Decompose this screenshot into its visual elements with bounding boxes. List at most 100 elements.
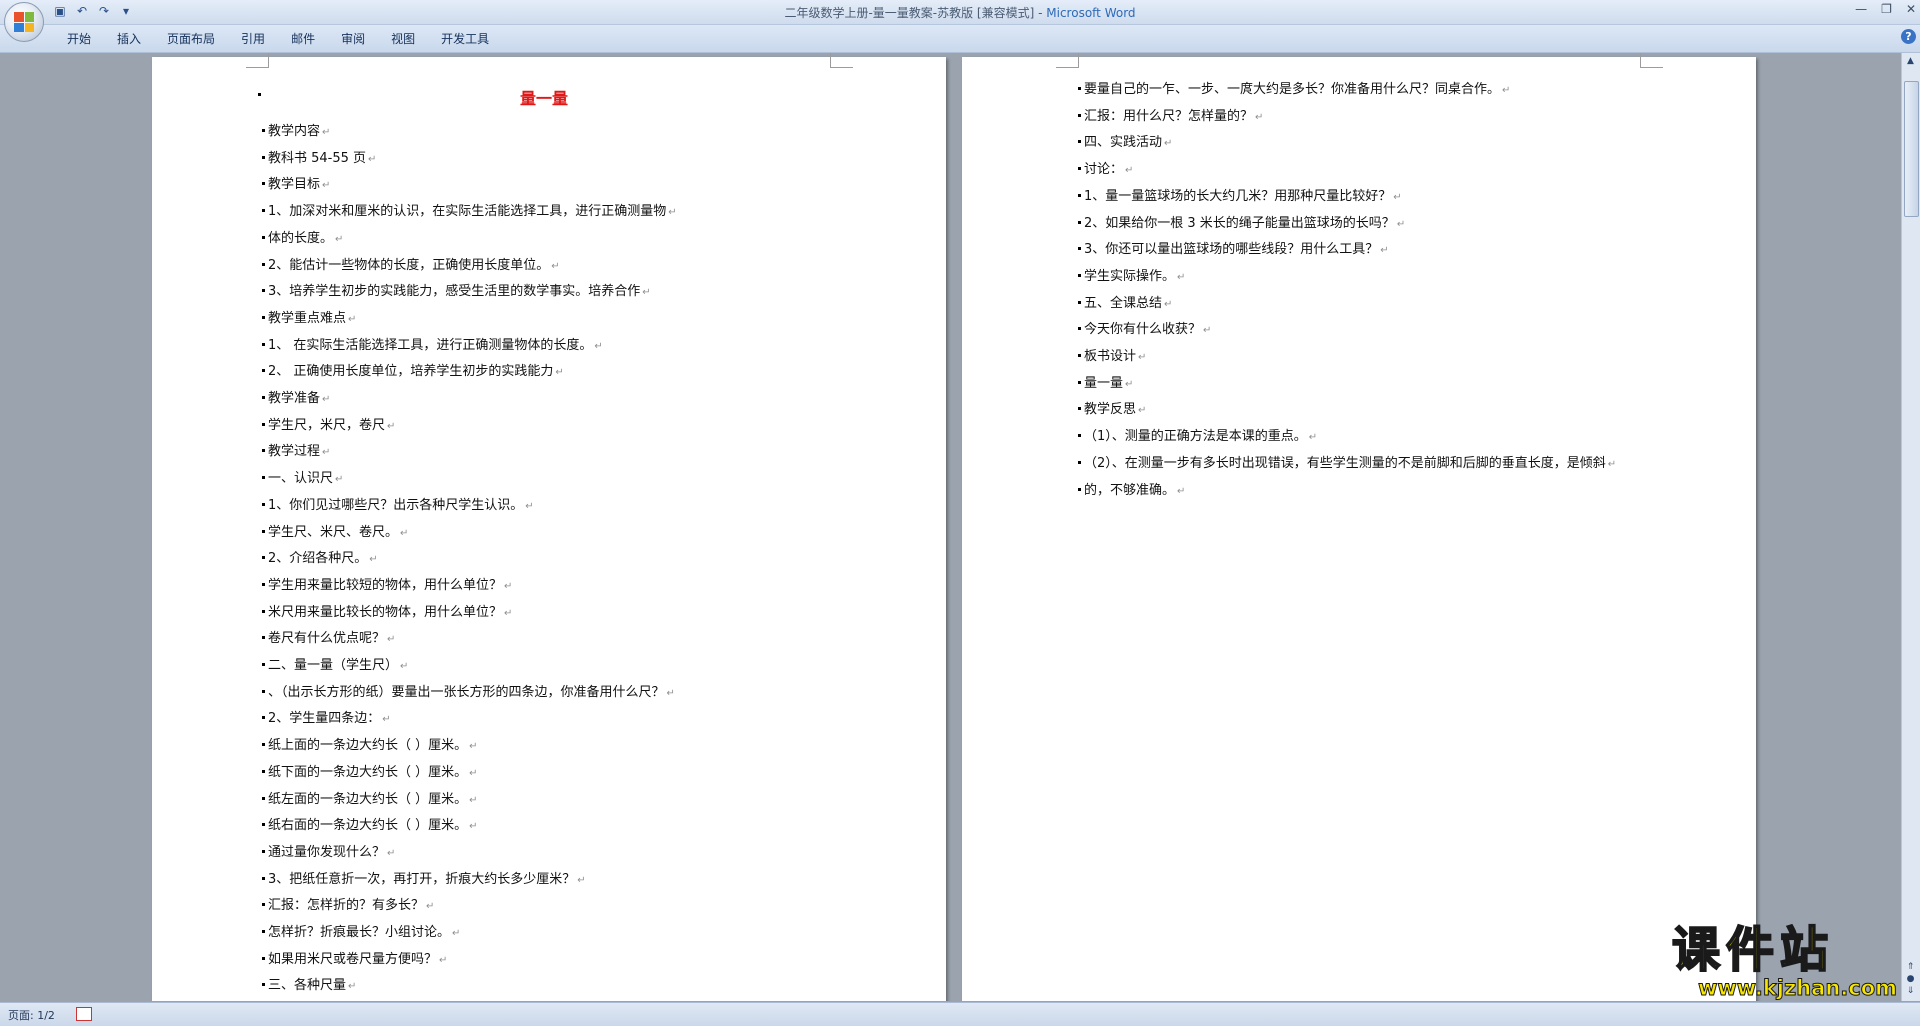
paragraph-text: 学生尺，米尺，卷尺 — [268, 417, 386, 433]
paragraph-text: 2、介绍各种尺。 — [268, 551, 368, 567]
paragraph-mark-icon: ↵ — [348, 981, 357, 993]
paragraph-line: 2、介绍各种尺。 ↵ — [262, 550, 378, 569]
paragraph-mark-icon: ↵ — [382, 714, 391, 726]
paragraph-line: 今天你有什么收获？ ↵ — [1077, 321, 1212, 340]
browse-object-icon[interactable]: ● — [1904, 973, 1917, 985]
paragraph-line: 2、如果给你一根 3 米长的绳子能量出篮球场的长吗？ ↵ — [1077, 215, 1405, 234]
paragraph-mark-icon: ↵ — [666, 687, 675, 699]
paragraph-mark-icon: ↵ — [1380, 245, 1389, 257]
paragraph-text: 纸下面的一条边大约长（ ）厘米。 — [268, 764, 468, 780]
paragraph-mark-icon: ↵ — [369, 554, 378, 566]
help-icon[interactable]: ? — [1901, 29, 1916, 44]
paragraph-mark-icon: ↵ — [1393, 191, 1402, 203]
crop-mark — [1640, 53, 1663, 68]
document-page-1[interactable]: 量一量 教学内容 ↵ 教科书 54-55 页 ↵ 教学目标 ↵ 1、加深对米和厘米的认识，在… — [152, 53, 946, 1001]
tab-mailings[interactable]: 邮件 — [278, 30, 328, 48]
watermark-text: 课件站 — [1671, 921, 1835, 979]
paragraph-text: 1、你们见过哪些尺？出示各种尺学生认识。 — [268, 497, 524, 513]
tab-view[interactable]: 视图 — [378, 30, 428, 48]
paragraph-text: 讨论： — [1084, 162, 1124, 178]
paragraph-mark-icon: ↵ — [452, 928, 461, 939]
paragraph-mark-icon: ↵ — [1502, 85, 1511, 96]
next-page-icon[interactable]: ⇓ — [1904, 985, 1917, 997]
paragraph-line: 卷尺有什么优点呢？ ↵ — [261, 630, 396, 649]
paragraph-text: 体的长度。 — [268, 230, 334, 246]
scroll-up-icon[interactable]: ▲ — [1904, 55, 1917, 67]
paragraph-line: 要量自己的一乍、一步、一庹大约是多长？你准备用什么尺？同桌合作。 ↵ — [1077, 81, 1511, 100]
paragraph-line: 纸下面的一条边大约长（ ）厘米。 ↵ — [262, 764, 478, 783]
paragraph-line: 1、你们见过哪些尺？出示各种尺学生认识。 ↵ — [262, 497, 534, 516]
paragraph-text: 四、实践活动 — [1084, 135, 1163, 151]
paragraph-mark-icon: ↵ — [1125, 378, 1134, 390]
paragraph-mark-icon: ↵ — [400, 527, 409, 539]
paragraph-text: 今天你有什么收获？ — [1084, 322, 1202, 338]
paragraph-text: 教学目标 — [268, 177, 321, 193]
scrollbar-thumb[interactable] — [1904, 81, 1919, 217]
title-separator: - — [1034, 6, 1047, 20]
status-bar: 页面: 1/2 — [0, 1002, 1920, 1026]
tab-insert[interactable]: 插入 — [104, 30, 154, 48]
tab-review[interactable]: 审阅 — [328, 30, 378, 48]
tab-page-layout[interactable]: 页面布局 — [154, 30, 228, 48]
paragraph-text: （2）、在测量一步有多长时出现错误，有些学生测量的不是前脚和后脚的垂直长度，是倾… — [1084, 455, 1606, 471]
tab-developer[interactable]: 开发工具 — [428, 30, 502, 48]
crop-mark — [1056, 53, 1079, 68]
paragraph-line: 2、 正确使用长度单位，培养学生初步的实践能力 ↵ — [262, 363, 564, 382]
paragraph-mark-icon: ↵ — [335, 474, 344, 486]
paragraph-line: 二、量一量（学生尺） ↵ — [261, 657, 408, 676]
paragraph-mark-icon: ↵ — [1177, 485, 1186, 497]
paragraph-mark-icon: ↵ — [504, 580, 513, 592]
paragraph-text: 3、把纸任意折一次，再打开，折痕大约长多少厘米？ — [268, 871, 576, 887]
paragraph-line: 三、各种尺量 ↵ — [261, 977, 357, 996]
paragraph-line: 教学目标 ↵ — [261, 176, 330, 195]
vertical-scrollbar[interactable]: ▲ ⇑ ● ⇓ — [1901, 53, 1920, 1001]
paragraph-mark-icon: ↵ — [1308, 432, 1318, 444]
paragraph-mark-icon: ↵ — [1203, 325, 1212, 337]
minimize-button[interactable]: — — [1855, 2, 1867, 16]
office-button[interactable] — [4, 2, 44, 42]
paragraph-text: 二、量一量（学生尺） — [268, 658, 399, 673]
paragraph-line: 3、把纸任意折一次，再打开，折痕大约长多少厘米？ ↵ — [262, 871, 586, 890]
paragraph-text: 1、加深对米和厘米的认识，在实际生活能选择工具，进行正确测量物 — [268, 204, 667, 220]
paragraph-line: 教学反思 ↵ — [1077, 401, 1146, 420]
document-workspace: 量一量 教学内容 ↵ 教科书 54-55 页 ↵ 教学目标 ↵ 1、加深对米和厘米的认识，在… — [0, 53, 1902, 1001]
paragraph-line: 五、全课总结 ↵ — [1077, 295, 1173, 314]
ribbon-tabs: 开始 插入 页面布局 引用 邮件 审阅 视图 开发工具 — [54, 30, 502, 48]
paragraph-text: 教学准备 — [268, 391, 321, 406]
paragraph-mark-icon: ↵ — [504, 607, 513, 619]
close-button[interactable]: ✕ — [1906, 2, 1916, 16]
paragraph-mark-icon: ↵ — [1164, 298, 1173, 310]
paragraph-mark-icon: ↵ — [387, 634, 396, 646]
paragraph-line: 2、学生量四条边： ↵ — [262, 710, 391, 729]
paragraph-text: 、（出示长方形的纸）要量出一张长方形的四条边，你准备用什么尺？ — [268, 684, 665, 700]
paragraph-line: 学生实际操作。 ↵ — [1077, 268, 1185, 287]
office-logo-icon — [14, 12, 34, 32]
paragraph-line: 2、能估计一些物体的长度，正确使用长度单位。 ↵ — [262, 257, 560, 276]
paragraph-line: 米尺用来量比较长的物体，用什么单位？ ↵ — [261, 604, 513, 623]
paragraph-mark-icon: ↵ — [642, 287, 651, 299]
paragraph-line: 教学重点难点 ↵ — [261, 310, 356, 329]
tab-home[interactable]: 开始 — [54, 30, 104, 48]
paragraph-text: 要量自己的一乍、一步、一庹大约是多长？你准备用什么尺？同桌合作。 — [1084, 82, 1501, 97]
paragraph-line: 1、 在实际生活能选择工具，进行正确测量物体的长度。 ↵ — [262, 337, 603, 356]
paragraph-mark-icon: ↵ — [1138, 352, 1147, 363]
paragraph-text: 2、 正确使用长度单位，培养学生初步的实践能力 — [268, 364, 554, 380]
paragraph-line: 量一量 ↵ — [1077, 375, 1134, 394]
previous-page-icon[interactable]: ⇑ — [1904, 961, 1917, 973]
document-page-2[interactable]: 要量自己的一乍、一步、一庹大约是多长？你准备用什么尺？同桌合作。 ↵ 汇报：用什么尺… — [962, 53, 1756, 1001]
watermark-url: www.kjzhan.com — [1697, 976, 1898, 1001]
paragraph-text: 3、你还可以量出篮球场的哪些线段？用什么工具？ — [1084, 242, 1379, 258]
paragraph-text: 纸上面的一条边大约长（ ）厘米。 — [268, 738, 468, 754]
tab-references[interactable]: 引用 — [228, 30, 278, 48]
paragraph-text: 的，不够准确。 — [1084, 482, 1176, 498]
paragraph-text: 学生实际操作。 — [1084, 268, 1176, 284]
proofing-icon[interactable] — [76, 1007, 92, 1021]
maximize-button[interactable]: ❐ — [1881, 2, 1892, 16]
paragraph-line: 学生尺、米尺、卷尺。 ↵ — [261, 524, 409, 543]
paragraph-line: 讨论： ↵ — [1077, 161, 1133, 180]
paragraph-text: 汇报：怎样折的？有多长？ — [268, 898, 425, 914]
page-indicator[interactable]: 页面: 1/2 — [8, 1007, 55, 1023]
document-title: 量一量 — [520, 89, 569, 108]
paragraph-mark-icon: ↵ — [387, 847, 396, 859]
paragraph-text: （1）、测量的正确方法是本课的重点。 — [1084, 429, 1307, 445]
